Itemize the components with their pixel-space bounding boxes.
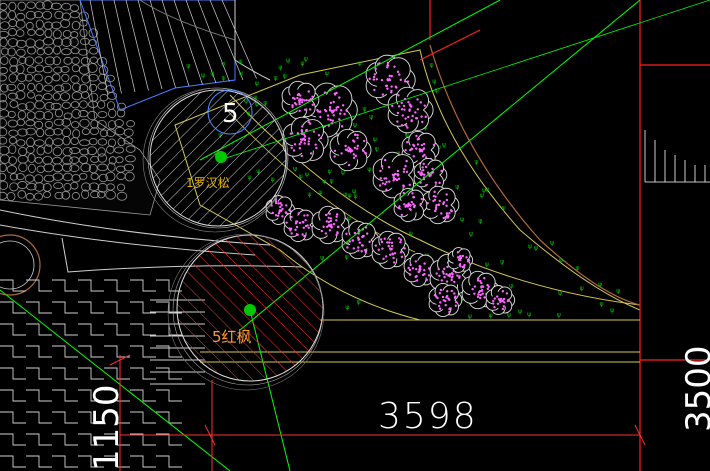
groundcover-mark: ψ <box>373 136 377 143</box>
pine-tree-label: 1罗汉松 <box>186 176 230 190</box>
groundcover-mark: ψ <box>299 173 303 180</box>
shrub <box>485 285 516 315</box>
groundcover-mark: ψ <box>616 287 620 294</box>
groundcover-mark: ψ <box>468 313 472 320</box>
groundcover-mark: ψ <box>348 192 352 199</box>
cad-drawing-canvas[interactable]: ψψψψψψψψψψψψψψψψψψψψψψψψψψψψψψψψψψψψψψψψ… <box>0 0 710 471</box>
groundcover-mark: ψ <box>330 178 334 185</box>
groundcover-mark: ψ <box>455 184 459 191</box>
groundcover-mark: ψ <box>286 57 290 64</box>
shrub <box>447 247 474 273</box>
groundcover-mark: ψ <box>375 145 379 152</box>
groundcover-mark: ψ <box>485 261 489 268</box>
maple-tree-label: 5红枫 <box>212 328 252 346</box>
groundcover-mark: ψ <box>527 311 531 318</box>
groundcover-mark: ψ <box>559 257 563 264</box>
groundcover-mark: ψ <box>480 192 484 199</box>
groundcover-mark: ψ <box>478 217 482 224</box>
groundcover-mark: ψ <box>474 159 478 166</box>
groundcover-mark: ψ <box>278 64 282 71</box>
groundcover-mark: ψ <box>319 189 323 196</box>
groundcover-mark: ψ <box>575 265 579 272</box>
groundcover-mark: ψ <box>345 304 349 311</box>
groundcover-mark: ψ <box>369 114 373 121</box>
groundcover-mark: ψ <box>357 299 361 306</box>
groundcover-mark: ψ <box>239 70 243 77</box>
groundcover-mark: ψ <box>500 258 504 265</box>
groundcover-mark: ψ <box>345 254 349 261</box>
groundcover-mark: ψ <box>557 312 561 319</box>
groundcover-mark: ψ <box>293 165 297 172</box>
groundcover-mark: ψ <box>460 216 464 223</box>
groundcover-mark: ψ <box>534 244 538 251</box>
groundcover-mark: ψ <box>489 312 493 319</box>
groundcover-mark: ψ <box>307 191 311 198</box>
groundcover-mark: ψ <box>353 122 357 129</box>
groundcover-mark: ψ <box>222 74 226 81</box>
groundcover-mark: ψ <box>442 141 446 148</box>
groundcover-mark: ψ <box>600 301 604 308</box>
dimension-vertical-right: 3500 <box>679 345 710 432</box>
groundcover-mark: ψ <box>580 285 584 292</box>
groundcover-mark: ψ <box>409 230 413 237</box>
shrub <box>421 185 460 225</box>
groundcover-mark: ψ <box>201 72 205 79</box>
groundcover-mark: ψ <box>558 290 562 297</box>
groundcover-mark: ψ <box>273 75 277 82</box>
groundcover-mark: ψ <box>328 168 332 175</box>
groundcover-mark: ψ <box>210 70 214 77</box>
groundcover-mark: ψ <box>354 193 358 200</box>
groundcover-mark: ψ <box>238 58 242 65</box>
groundcover-mark: ψ <box>550 239 554 246</box>
groundcover-mark: ψ <box>502 205 506 212</box>
groundcover-mark: ψ <box>435 87 439 94</box>
groundcover-mark: ψ <box>304 55 308 62</box>
groundcover-mark: ψ <box>322 178 326 185</box>
shrub <box>393 187 428 223</box>
groundcover-mark: ψ <box>518 308 522 315</box>
groundcover-mark: ψ <box>305 171 309 178</box>
groundcover-mark: ψ <box>221 60 225 67</box>
dimension-vertical-left: 1150 <box>87 384 127 471</box>
groundcover-mark: ψ <box>610 307 614 314</box>
groundcover-mark: ψ <box>325 70 329 77</box>
groundcover-mark: ψ <box>283 73 287 80</box>
shrub <box>371 230 410 270</box>
shrub <box>428 282 463 318</box>
groundcover-mark: ψ <box>485 186 489 193</box>
dimension-horizontal: 3598 <box>378 396 478 437</box>
groundcover-mark: ψ <box>367 166 371 173</box>
groundcover-mark: ψ <box>598 281 602 288</box>
groundcover-mark: ψ <box>509 282 513 289</box>
groundcover-mark: ψ <box>255 80 259 87</box>
groundcover-mark: ψ <box>469 230 473 237</box>
groundcover-mark: ψ <box>528 243 532 250</box>
shrub <box>283 207 318 243</box>
groundcover-mark: ψ <box>430 61 434 68</box>
bubble-tag-text: 5 <box>222 99 239 129</box>
groundcover-mark: ψ <box>358 60 362 67</box>
groundcover-mark: ψ <box>362 105 366 112</box>
groundcover-mark: ψ <box>432 78 436 85</box>
groundcover-mark: ψ <box>186 63 190 70</box>
